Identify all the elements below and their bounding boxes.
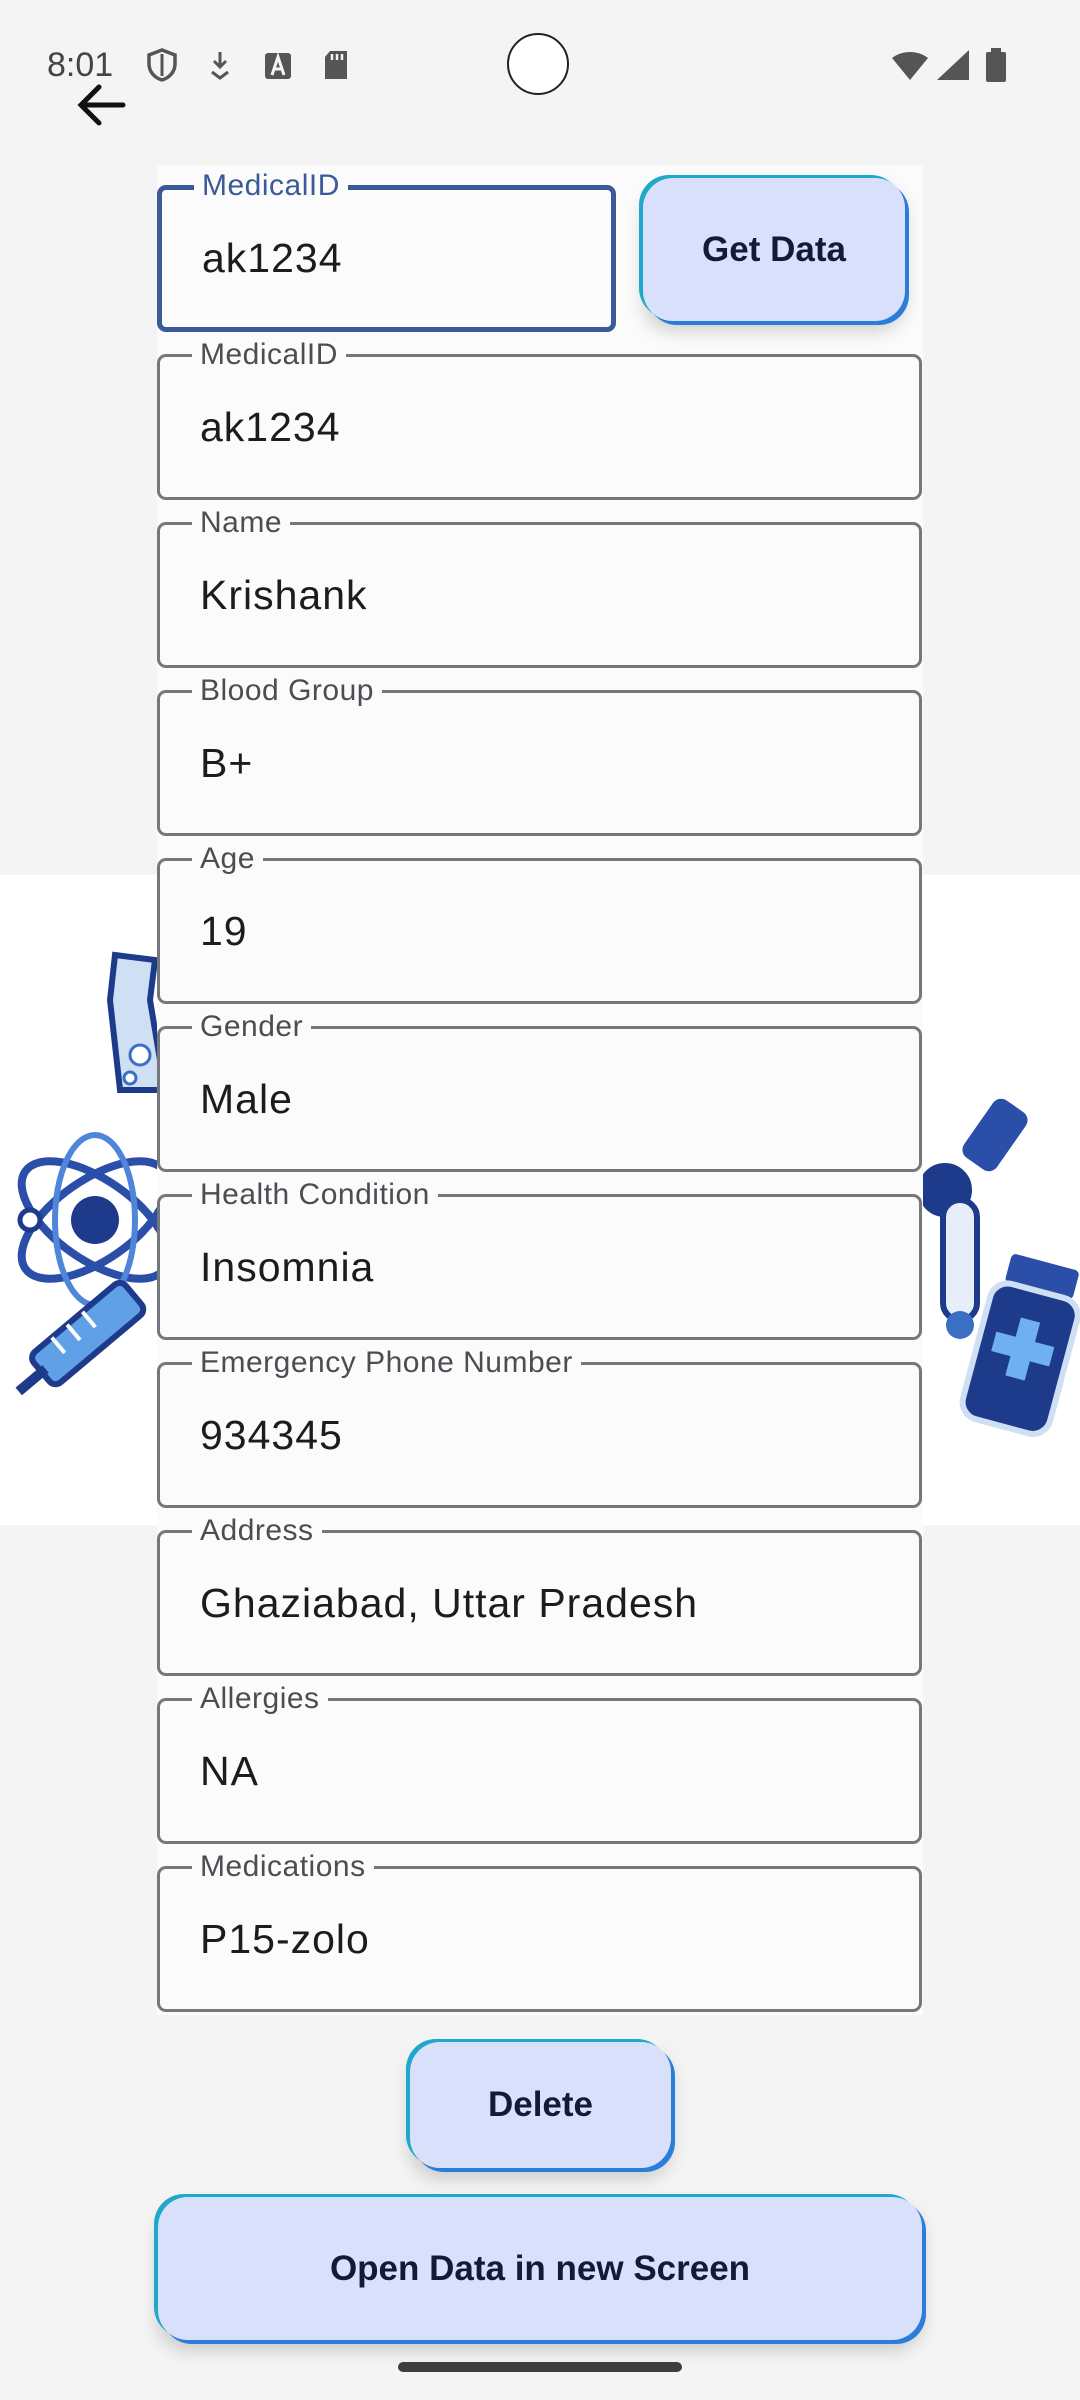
sd-card-icon	[325, 51, 347, 79]
open-data-new-screen-button[interactable]: Open Data in new Screen	[158, 2197, 922, 2340]
field-value: ak1234	[200, 403, 341, 450]
field-value: 934345	[200, 1411, 343, 1458]
medical-id-field[interactable]: MedicalID ak1234	[157, 337, 922, 500]
field-value: Male	[200, 1075, 293, 1122]
medical-id-search-input[interactable]: MedicalID ak1234	[157, 168, 616, 332]
emergency-phone-field[interactable]: Emergency Phone Number 934345	[157, 1345, 922, 1508]
medical-illustration-right	[912, 1098, 1080, 1437]
get-data-button[interactable]: Get Data	[643, 178, 905, 321]
medical-id-search-value: ak1234	[202, 235, 343, 281]
download-icon	[211, 52, 229, 80]
front-camera	[507, 33, 569, 95]
home-indicator[interactable]	[398, 2362, 682, 2372]
signal-icon	[937, 50, 969, 80]
field-value: Insomnia	[200, 1243, 375, 1290]
text-a-icon	[265, 52, 291, 79]
allergies-field[interactable]: Allergies NA	[157, 1681, 922, 1844]
medications-field[interactable]: Medications P15-zolo	[157, 1849, 922, 2012]
field-value: NA	[200, 1747, 259, 1794]
field-value: B+	[200, 739, 254, 786]
wifi-icon	[892, 52, 928, 80]
field-value: 19	[200, 907, 248, 954]
field-value: Krishank	[200, 571, 368, 618]
blood-group-field[interactable]: Blood Group B+	[157, 673, 922, 836]
shield-icon	[147, 48, 177, 82]
health-condition-field[interactable]: Health Condition Insomnia	[157, 1177, 922, 1340]
field-value: Ghaziabad, Uttar Pradesh	[200, 1579, 699, 1626]
address-field[interactable]: Address Ghaziabad, Uttar Pradesh	[157, 1513, 922, 1676]
field-value: P15-zolo	[200, 1915, 370, 1962]
name-field[interactable]: Name Krishank	[157, 505, 922, 668]
delete-button[interactable]: Delete	[410, 2042, 671, 2168]
back-arrow-icon[interactable]	[73, 75, 133, 135]
battery-icon	[986, 48, 1006, 82]
age-field[interactable]: Age 19	[157, 841, 922, 1004]
medical-illustration-left	[15, 951, 170, 1396]
gender-field[interactable]: Gender Male	[157, 1009, 922, 1172]
